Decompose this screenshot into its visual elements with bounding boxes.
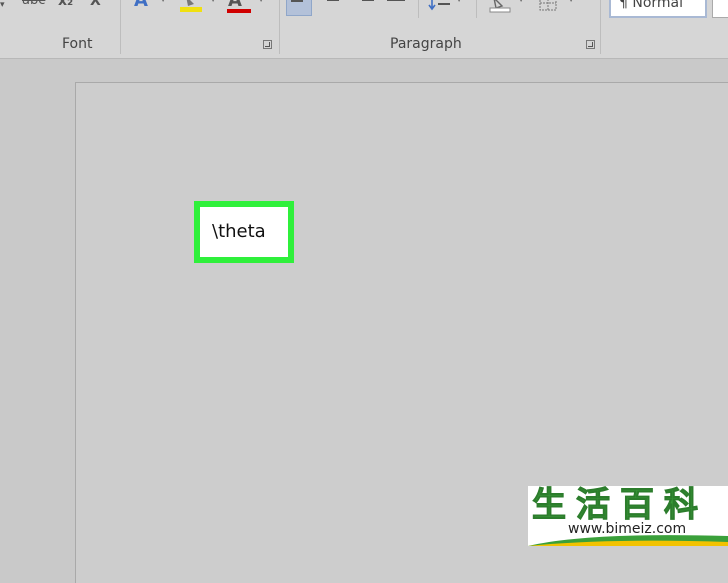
document-text[interactable]: \theta [212, 221, 266, 242]
watermark-chars: 生活百科 [532, 485, 708, 525]
strikethrough-button[interactable]: abc [22, 0, 45, 10]
font-dialog-launcher-icon[interactable] [263, 40, 272, 49]
align-right-button[interactable] [352, 0, 378, 16]
separator [476, 0, 477, 18]
align-left-icon [291, 0, 309, 5]
line-spacing-icon[interactable] [428, 0, 452, 14]
chevron-down-icon[interactable]: ▼ [210, 0, 216, 3]
paragraph-dialog-launcher-icon[interactable] [586, 40, 595, 49]
align-right-icon [356, 0, 374, 4]
highlighted-text-box: \theta [194, 201, 294, 263]
separator [120, 0, 121, 54]
subscript-button[interactable]: x₂ [58, 0, 73, 10]
justify-icon [387, 0, 405, 4]
align-left-button[interactable] [286, 0, 312, 16]
style-next[interactable] [712, 0, 728, 18]
highlighter-icon[interactable] [178, 0, 204, 14]
align-center-button[interactable] [320, 0, 346, 16]
paragraph-group-label: Paragraph [390, 36, 462, 52]
dropdown-arrow[interactable]: ▾ [0, 0, 5, 14]
align-center-icon [324, 0, 342, 4]
shading-icon[interactable] [488, 0, 514, 14]
separator [279, 0, 280, 54]
chevron-down-icon[interactable]: ▼ [568, 0, 574, 3]
ribbon: ▾ abc x₂ X A ▼ ▼ A ▼ Font ▼ ▼ ▼ [0, 0, 728, 59]
borders-icon[interactable] [538, 0, 560, 14]
style-normal[interactable]: ¶ Normal [609, 0, 707, 18]
separator [418, 0, 419, 18]
chevron-down-icon[interactable]: ▼ [160, 0, 166, 3]
watermark-swoosh [528, 535, 728, 546]
chevron-down-icon[interactable]: ▼ [518, 0, 524, 3]
chevron-down-icon[interactable]: ▼ [456, 0, 462, 3]
justify-button[interactable] [383, 0, 409, 16]
text-effects-button[interactable]: A [134, 0, 148, 10]
clear-formatting-button[interactable]: X [90, 0, 101, 10]
separator [600, 0, 601, 54]
chevron-down-icon[interactable]: ▼ [258, 0, 264, 3]
watermark-logo: 生活百科 www.bimeiz.com [528, 486, 728, 546]
font-group-label: Font [62, 36, 93, 52]
font-color-bar [227, 9, 251, 13]
